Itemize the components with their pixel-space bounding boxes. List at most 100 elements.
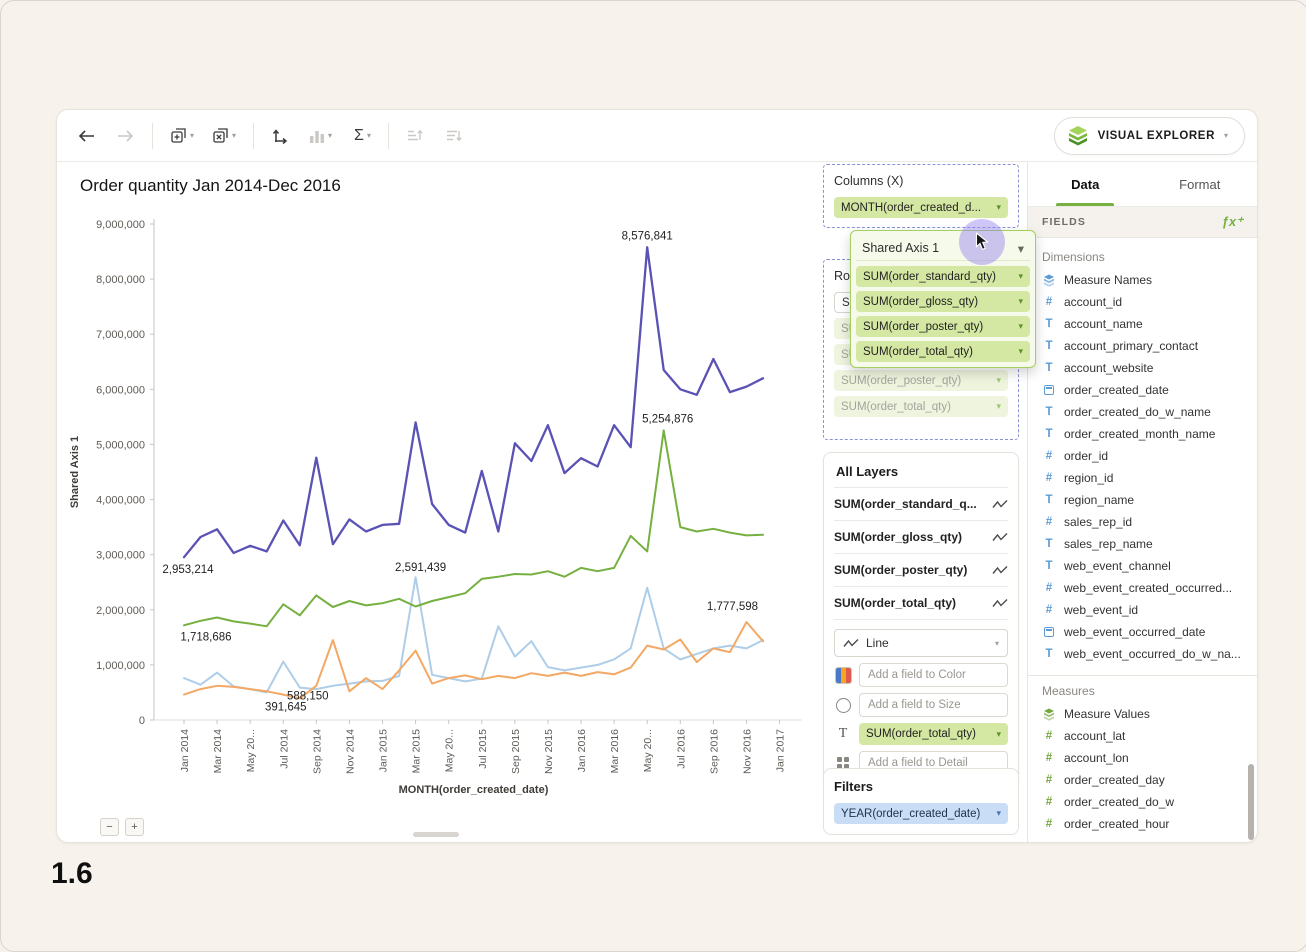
svg-text:7,000,000: 7,000,000 xyxy=(96,329,145,341)
field-item[interactable]: #account_id xyxy=(1028,291,1257,313)
field-item[interactable]: Measure Values xyxy=(1028,703,1257,725)
layer-row[interactable]: SUM(order_poster_qty) xyxy=(834,553,1008,586)
field-label: web_event_channel xyxy=(1064,559,1171,573)
field-item[interactable]: #sales_rep_id xyxy=(1028,511,1257,533)
field-item[interactable]: Tregion_name xyxy=(1028,489,1257,511)
filters-panel: Filters YEAR(order_created_date) ▾ xyxy=(823,768,1019,835)
chevron-down-icon: ▾ xyxy=(996,729,1001,740)
aggregate-button[interactable]: Σ ▾ xyxy=(350,124,375,148)
field-label: account_lat xyxy=(1064,729,1125,743)
field-item[interactable]: Tsales_rep_name xyxy=(1028,533,1257,555)
field-item[interactable]: Taccount_primary_contact xyxy=(1028,335,1257,357)
forward-button[interactable] xyxy=(113,125,139,147)
svg-text:3,000,000: 3,000,000 xyxy=(96,550,145,562)
field-item[interactable]: #order_created_day xyxy=(1028,769,1257,791)
layer-row[interactable]: SUM(order_total_qty) xyxy=(834,586,1008,620)
fields-header: FIELDS ƒx⁺ xyxy=(1028,207,1257,238)
layer-row[interactable]: SUM(order_gloss_qty) xyxy=(834,520,1008,553)
sort-ascending-button[interactable] xyxy=(402,124,427,147)
tab-format[interactable]: Format xyxy=(1143,162,1258,206)
mark-type-dropdown[interactable]: Line ▾ xyxy=(834,629,1008,657)
order-quantity-chart[interactable]: 01,000,0002,000,0003,000,0004,000,0005,0… xyxy=(62,205,822,805)
field-label: account_name xyxy=(1064,317,1143,331)
back-button[interactable] xyxy=(73,125,99,147)
visual-explorer-menu-button[interactable]: VISUAL EXPLORER ▾ xyxy=(1054,117,1245,155)
shared-axis-header[interactable]: Shared Axis 1 ▾ xyxy=(856,236,1030,261)
chevron-down-icon: ▾ xyxy=(1018,241,1024,256)
field-item[interactable]: Torder_created_month_name xyxy=(1028,423,1257,445)
svg-text:0: 0 xyxy=(139,715,145,727)
field-item[interactable]: Torder_created_do_w_name xyxy=(1028,401,1257,423)
field-label: account_primary_contact xyxy=(1064,339,1198,353)
chevron-down-icon: ▾ xyxy=(1224,131,1228,140)
measure-pill[interactable]: SUM(order_standard_qty)▾ xyxy=(856,266,1030,287)
chevron-down-icon: ▾ xyxy=(1018,321,1023,332)
sidebar-scrollbar[interactable] xyxy=(1248,764,1254,840)
visual-explorer-label: VISUAL EXPLORER xyxy=(1098,130,1215,142)
swap-axes-button[interactable] xyxy=(267,123,293,149)
sidebar-tabs: Data Format xyxy=(1028,162,1257,207)
field-item[interactable]: #order_created_do_w xyxy=(1028,791,1257,813)
text-icon: T xyxy=(1042,362,1056,374)
chevron-down-icon: ▾ xyxy=(996,375,1001,386)
field-item[interactable]: Tweb_event_channel xyxy=(1028,555,1257,577)
field-item[interactable]: #order_created_hour xyxy=(1028,813,1257,835)
clear-card-button[interactable]: ▾ xyxy=(208,123,240,148)
field-item[interactable]: #web_event_id xyxy=(1028,599,1257,621)
calendar-icon xyxy=(1042,385,1056,395)
measures-list: Measure Values#account_lat#account_lon#o… xyxy=(1028,703,1257,835)
pill-label: SUM(order_standard_qty) xyxy=(863,271,996,283)
field-item[interactable]: # account_lat xyxy=(1028,725,1257,747)
add-calculated-field-icon[interactable]: ƒx⁺ xyxy=(1222,214,1243,230)
measure-pill[interactable]: SUM(order_total_qty)▾ xyxy=(856,341,1030,362)
shelf-dropzone[interactable]: Add a field to Size xyxy=(859,693,1008,717)
shelf-pill[interactable]: SUM(order_total_qty)▾ xyxy=(859,723,1008,745)
chevron-down-icon: ▾ xyxy=(996,808,1001,819)
field-item[interactable]: #region_id xyxy=(1028,467,1257,489)
field-label: account_website xyxy=(1064,361,1153,375)
svg-text:6,000,000: 6,000,000 xyxy=(96,384,145,396)
chart-title: Order quantity Jan 2014-Dec 2016 xyxy=(80,176,341,196)
field-item[interactable]: order_created_date xyxy=(1028,379,1257,401)
line-mark-icon xyxy=(992,598,1008,609)
zoom-out-button[interactable]: − xyxy=(100,818,119,836)
measure-pill[interactable]: SUM(order_poster_qty)▾ xyxy=(856,316,1030,337)
filter-pill[interactable]: YEAR(order_created_date) ▾ xyxy=(834,803,1008,824)
field-label: sales_rep_name xyxy=(1064,537,1153,551)
zoom-controls: − + xyxy=(100,818,144,836)
data-stack-icon xyxy=(1042,708,1056,721)
field-item[interactable]: Taccount_name xyxy=(1028,313,1257,335)
field-item[interactable]: Tweb_event_occurred_do_w_na... xyxy=(1028,643,1257,665)
svg-text:Jul 2015: Jul 2015 xyxy=(477,729,489,769)
pill-label: YEAR(order_created_date) xyxy=(841,808,980,820)
measure-pill[interactable]: SUM(order_gloss_qty)▾ xyxy=(856,291,1030,312)
chevron-down-icon: ▾ xyxy=(996,202,1001,213)
layer-row[interactable]: SUM(order_standard_q... xyxy=(834,487,1008,520)
fields-label: FIELDS xyxy=(1042,216,1086,228)
field-item[interactable]: web_event_occurred_date xyxy=(1028,621,1257,643)
svg-text:Jan 2016: Jan 2016 xyxy=(576,729,588,772)
field-item[interactable]: #order_id xyxy=(1028,445,1257,467)
pill-label: MONTH(order_created_d... xyxy=(841,202,981,214)
tab-data[interactable]: Data xyxy=(1028,162,1143,206)
duplicate-icon xyxy=(170,127,187,144)
duplicate-card-button[interactable]: ▾ xyxy=(166,123,198,148)
columns-field-pill[interactable]: MONTH(order_created_d... ▾ xyxy=(834,197,1008,218)
horizontal-scrollbar[interactable] xyxy=(413,832,459,837)
text-icon: T xyxy=(1042,560,1056,572)
measure-pill-ghost[interactable]: SUM(order_poster_qty)▾ xyxy=(834,370,1008,391)
measure-pill-ghost[interactable]: SUM(order_total_qty)▾ xyxy=(834,396,1008,417)
field-item[interactable]: #account_lon xyxy=(1028,747,1257,769)
field-item[interactable]: Taccount_website xyxy=(1028,357,1257,379)
sort-descending-button[interactable] xyxy=(441,124,466,147)
visual-explorer-logo-icon xyxy=(1067,125,1089,147)
number-icon: # xyxy=(1042,730,1056,742)
svg-text:Jan 2014: Jan 2014 xyxy=(179,729,191,772)
chart-type-button[interactable]: ▾ xyxy=(305,124,336,148)
field-item[interactable]: #web_event_created_occurred... xyxy=(1028,577,1257,599)
svg-text:4,000,000: 4,000,000 xyxy=(96,495,145,507)
field-item[interactable]: Measure Names xyxy=(1028,269,1257,291)
shelf-dropzone[interactable]: Add a field to Color xyxy=(859,663,1008,687)
zoom-in-button[interactable]: + xyxy=(125,818,144,836)
toolbar-divider xyxy=(152,123,153,149)
